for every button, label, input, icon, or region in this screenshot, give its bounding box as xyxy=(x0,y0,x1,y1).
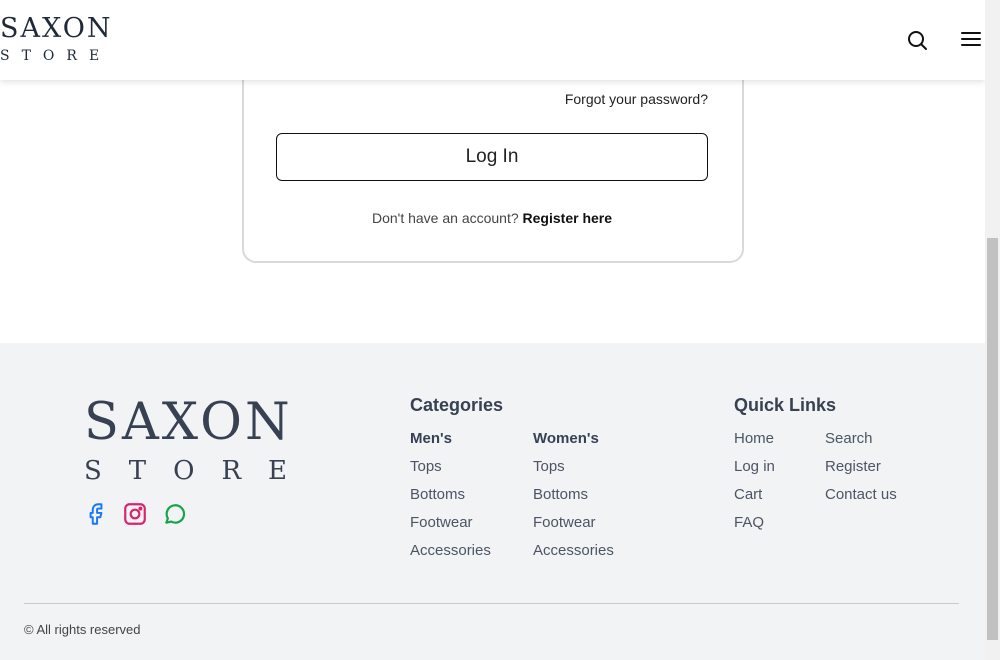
womens-link-footwear[interactable]: Footwear xyxy=(533,514,596,531)
footer-logo-line1: SAXON xyxy=(84,393,293,452)
hamburger-menu-icon[interactable] xyxy=(959,28,983,52)
mens-link-footwear[interactable]: Footwear xyxy=(410,514,473,531)
header-logo-line2: STORE xyxy=(0,48,112,64)
header-logo-line1: SAXON xyxy=(0,13,113,44)
site-header: SAXON STORE xyxy=(0,0,985,80)
categories-title: Categories xyxy=(410,395,504,415)
facebook-icon[interactable] xyxy=(83,501,109,527)
quick-link-home[interactable]: Home xyxy=(734,430,774,447)
mens-link-accessories[interactable]: Accessories xyxy=(410,542,491,559)
whatsapp-icon[interactable] xyxy=(162,501,188,527)
login-button[interactable]: Log In xyxy=(276,133,708,181)
womens-link-bottoms[interactable]: Bottoms xyxy=(533,486,588,503)
mens-link-bottoms[interactable]: Bottoms xyxy=(410,486,465,503)
footer-divider xyxy=(24,603,959,604)
page: Forgot your password? Log In Don't have … xyxy=(0,0,985,660)
mens-heading: Men's xyxy=(410,430,452,447)
quick-link-search[interactable]: Search xyxy=(825,430,873,447)
footer-logo: SAXON STORE xyxy=(84,393,314,487)
forgot-password-row: Forgot your password? xyxy=(0,91,708,107)
no-account-text: Don't have an account? xyxy=(371,210,519,226)
forgot-password-link[interactable]: Forgot your password? xyxy=(565,91,708,107)
page-scrollbar[interactable] xyxy=(985,0,1000,660)
quick-links-title: Quick Links xyxy=(734,395,837,415)
womens-link-tops[interactable]: Tops xyxy=(533,458,565,475)
search-icon[interactable] xyxy=(905,28,929,52)
womens-link-accessories[interactable]: Accessories xyxy=(533,542,614,559)
scrollbar-thumb[interactable] xyxy=(987,238,998,640)
quick-link-contact[interactable]: Contact us xyxy=(825,486,897,503)
footer-logo-line2: STORE xyxy=(84,456,315,486)
header-logo[interactable]: SAXON STORE xyxy=(0,14,113,66)
quick-link-register[interactable]: Register xyxy=(825,458,881,475)
quick-link-faq[interactable]: FAQ xyxy=(734,514,764,531)
womens-heading: Women's xyxy=(533,430,599,447)
instagram-icon[interactable] xyxy=(122,501,148,527)
register-link[interactable]: Register here xyxy=(523,210,612,226)
register-prompt: Don't have an account? Register here xyxy=(242,210,742,226)
quick-link-cart[interactable]: Cart xyxy=(734,486,762,503)
copyright-text: © All rights reserved xyxy=(24,622,141,637)
site-footer: SAXON STORE Categories Men's Tops Bottom… xyxy=(0,343,985,660)
mens-link-tops[interactable]: Tops xyxy=(410,458,442,475)
quick-link-login[interactable]: Log in xyxy=(734,458,775,475)
